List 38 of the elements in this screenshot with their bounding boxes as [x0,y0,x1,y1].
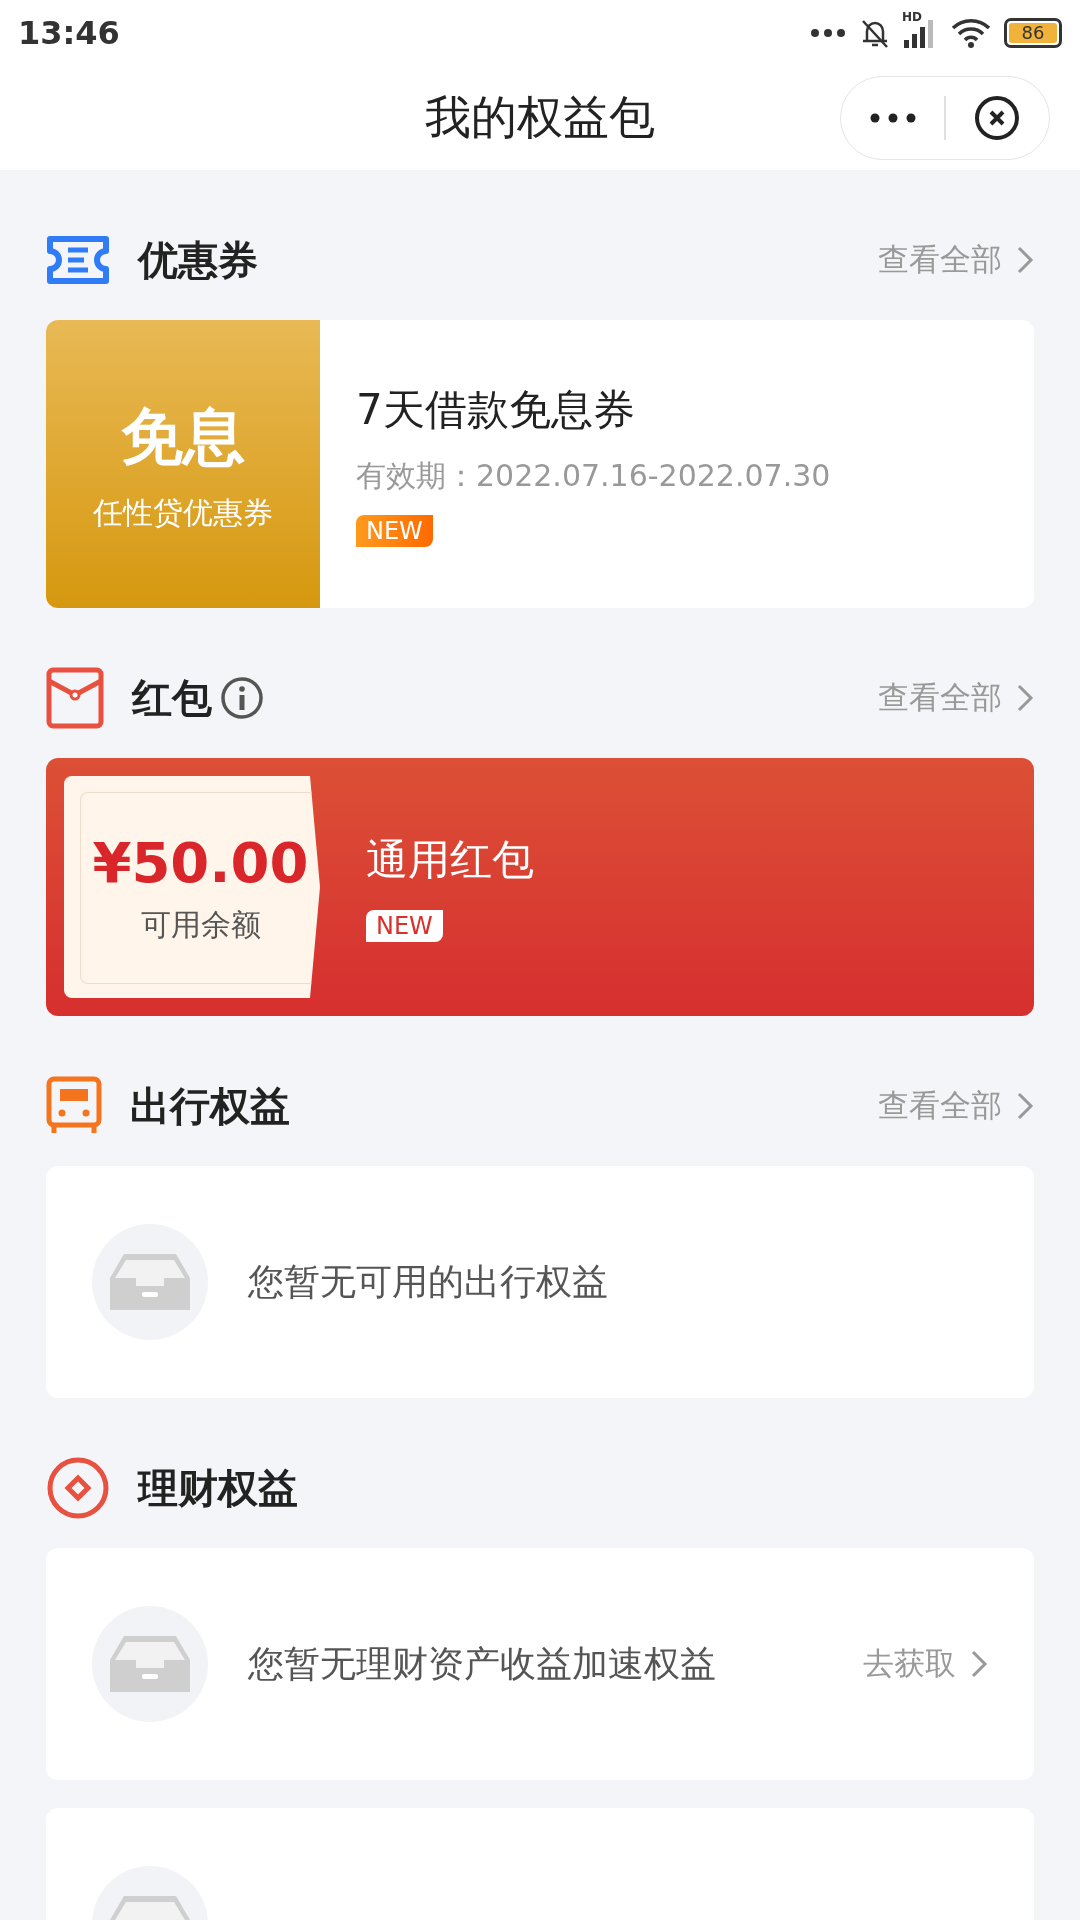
ticket-icon [46,235,110,285]
chevron-icon [970,1649,988,1679]
coupon-name: 7天借款免息券 [356,383,635,436]
coupon-stub-title: 免息 [121,398,245,475]
section-title: 出行权益 [130,1081,290,1131]
wifi-icon [950,17,992,49]
section-title: 红包 [132,673,212,723]
bus-icon [46,1076,102,1136]
chevron-icon [1016,683,1034,713]
new-tag: NEW [356,514,433,547]
coupon-card[interactable]: 免息 任性贷优惠券 7天借款免息券 有效期：2022.07.16-2022.07.30 NEW [46,320,1034,608]
view-all-link[interactable]: 查看全部 [878,239,1034,281]
coupon-stub-subtitle: 任性贷优惠券 [93,493,273,532]
section-title: 优惠券 [138,235,258,285]
coin-icon [46,1456,110,1520]
close-icon [974,95,1021,141]
action-link[interactable]: 去获取 [863,1643,988,1685]
new-tag: NEW [366,910,443,942]
chevron-icon [1016,1091,1034,1121]
status-time: 13:46 [18,14,120,52]
section-title: 理财权益 [138,1463,298,1513]
view-all-link[interactable]: 查看全部 [878,1085,1034,1127]
empty-message: 您暂无可用的出行权益 [248,1259,609,1304]
more-icon [869,113,916,123]
empty-message: 您暂无理财资产收益加速权益 [248,1641,717,1686]
amount-label: 可用余额 [140,906,261,944]
page-title: 我的权益包 [425,89,655,146]
info-icon[interactable] [220,676,264,720]
envelope-icon [46,667,104,729]
battery-level: 86 [1009,23,1057,43]
coupon-validity: 有效期：2022.07.16-2022.07.30 [356,456,831,495]
view-all-link[interactable]: 查看全部 [878,677,1034,719]
amount: ¥50.00 [92,830,309,895]
packet-name: 通用红包 [366,834,534,886]
network-label: HD [902,10,922,24]
chevron-icon [1016,245,1034,275]
more-dots-icon [810,28,846,38]
cash-packet-card[interactable]: ¥50.00 可用余额 通用红包 NEW [46,758,1034,1016]
